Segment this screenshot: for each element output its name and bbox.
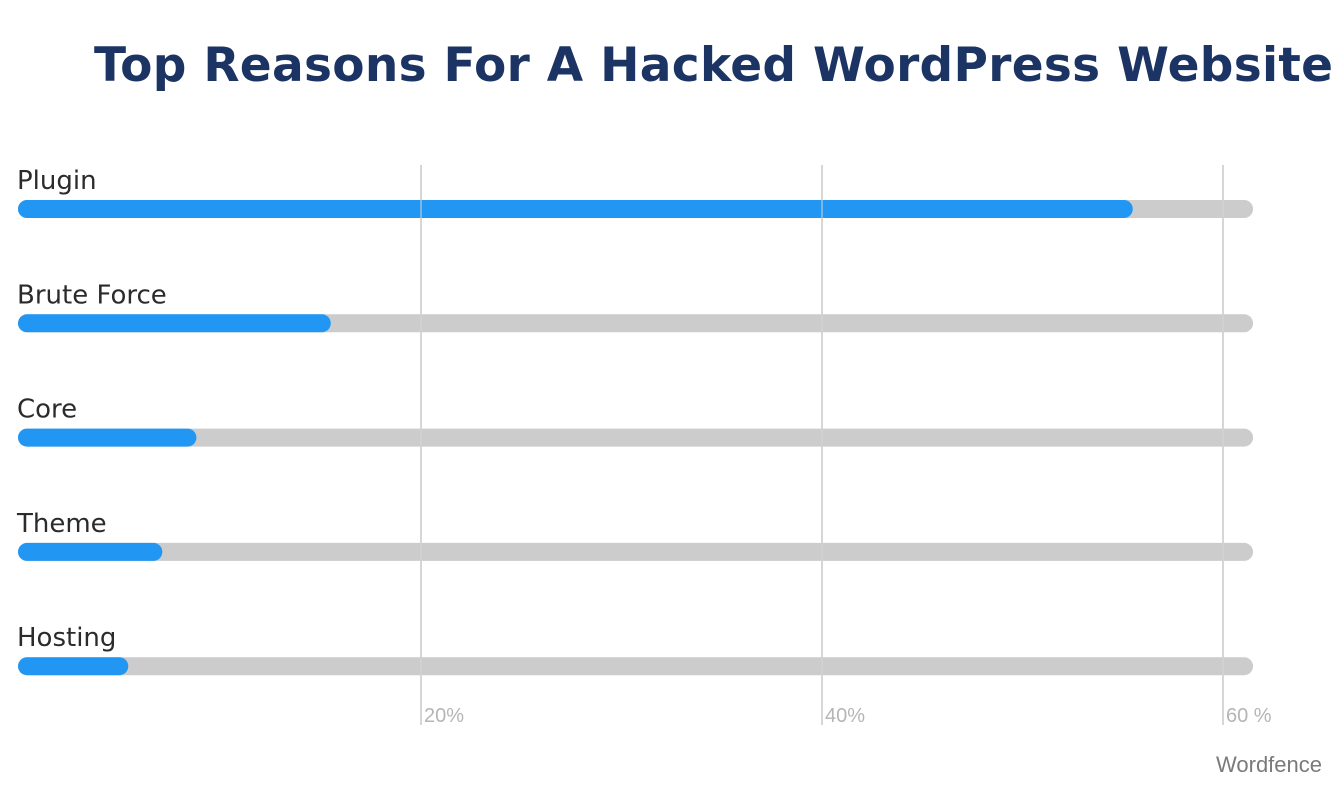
bar-track — [18, 428, 1254, 447]
bar — [18, 314, 331, 333]
category-label: Plugin — [17, 166, 97, 196]
bar-track — [18, 542, 1254, 561]
x-tick-label: 60 % — [1226, 705, 1272, 727]
bar-track — [18, 657, 1254, 676]
bar-chart: 20% 40% 60 % Plugin Brute Force Core Theme Host… — [16, 165, 1272, 727]
bar — [18, 200, 1133, 218]
bar — [18, 542, 163, 561]
category-label: Brute Force — [17, 280, 167, 310]
x-tick-label: 40% — [825, 705, 865, 727]
category-label: Theme — [16, 509, 107, 539]
source-credit: Wordfence — [1216, 752, 1322, 777]
x-tick-label: 20% — [424, 705, 464, 727]
category-label: Core — [17, 395, 77, 425]
bar — [18, 428, 197, 447]
bar — [18, 657, 129, 676]
category-label: Hosting — [17, 623, 116, 653]
